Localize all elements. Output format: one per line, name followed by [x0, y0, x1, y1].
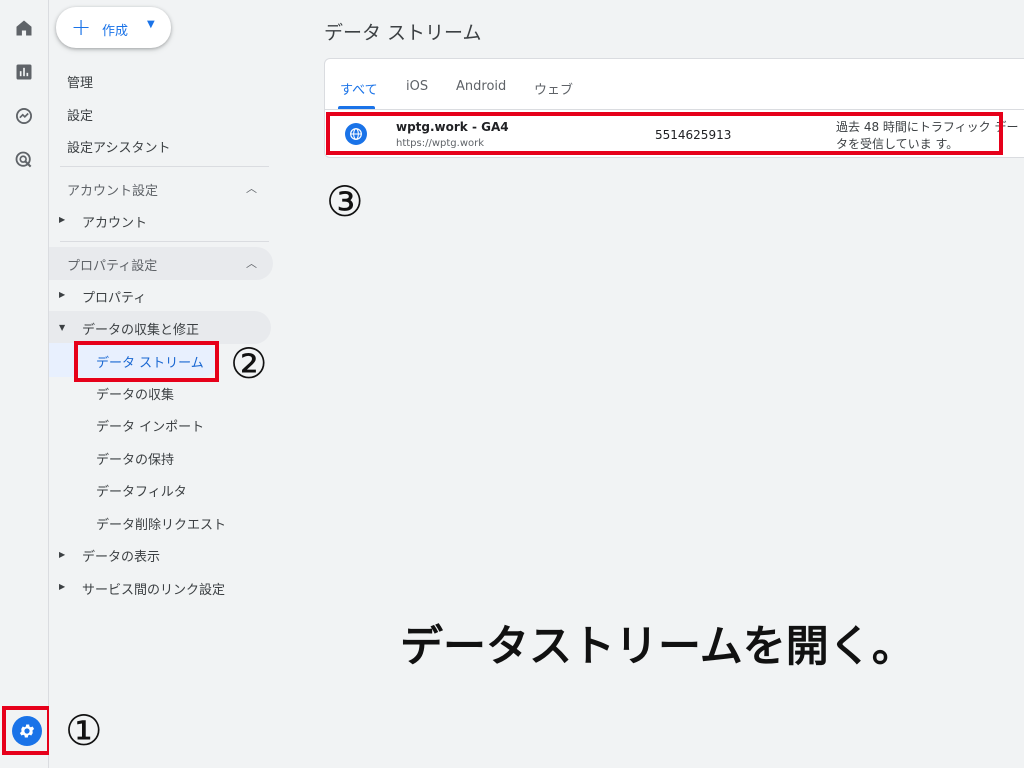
chevron-up-icon[interactable]: ︿	[246, 255, 257, 271]
annotation-number-1: ①	[65, 706, 103, 755]
tab-android[interactable]: Android	[456, 79, 506, 94]
explore-icon[interactable]	[12, 104, 36, 128]
divider	[60, 241, 269, 242]
divider	[60, 166, 269, 167]
triangle-down-icon: ▼	[59, 323, 66, 332]
settings-highlight-box	[2, 706, 51, 755]
create-label: 作成	[102, 24, 129, 39]
tab-ios[interactable]: iOS	[406, 79, 428, 94]
chevron-up-icon[interactable]: ︿	[246, 180, 257, 196]
triangle-right-icon: ▶	[59, 215, 66, 224]
icon-rail	[0, 0, 51, 768]
nav-data-retention[interactable]: データの保持	[96, 449, 174, 468]
nav-data-import[interactable]: データ インポート	[96, 416, 204, 435]
nav-account[interactable]: アカウント	[82, 212, 147, 231]
nav-data-deletion-requests[interactable]: データ削除リクエスト	[96, 514, 226, 533]
home-icon[interactable]	[12, 16, 36, 40]
settings-gear-icon[interactable]	[11, 715, 42, 746]
stream-row-highlight-box[interactable]	[326, 112, 1003, 155]
plus-icon: +	[71, 13, 92, 41]
annotation-number-2: ②	[230, 339, 268, 388]
create-button[interactable]: + 作成 ▼	[56, 7, 171, 48]
triangle-right-icon: ▶	[59, 582, 66, 591]
annotation-number-3: ③	[326, 177, 364, 226]
nav-admin[interactable]: 管理	[67, 72, 93, 91]
account-settings-header[interactable]: アカウント設定	[67, 180, 158, 199]
divider	[325, 109, 1024, 110]
caret-down-icon: ▼	[147, 19, 155, 30]
tab-all[interactable]: すべて	[340, 79, 378, 98]
page-title: データ ストリーム	[324, 22, 482, 44]
nav-data-filters[interactable]: データフィルタ	[96, 481, 187, 500]
nav-data-collection[interactable]: データの収集	[96, 384, 174, 403]
data-streams-highlight-box	[74, 341, 219, 382]
tab-web[interactable]: ウェブ	[534, 79, 573, 98]
nav-product-links[interactable]: サービス間のリンク設定	[82, 579, 225, 598]
property-settings-header[interactable]: プロパティ設定	[67, 255, 157, 274]
nav-settings[interactable]: 設定	[67, 105, 93, 124]
nav-data-collection-modification[interactable]: データの収集と修正	[82, 319, 199, 338]
instruction-caption: データストリームを開く。	[400, 622, 915, 672]
nav-data-display[interactable]: データの表示	[82, 546, 160, 565]
advertising-icon[interactable]	[12, 148, 36, 172]
triangle-right-icon: ▶	[59, 290, 66, 299]
nav-setup-assistant[interactable]: 設定アシスタント	[67, 137, 170, 156]
nav-property[interactable]: プロパティ	[82, 287, 146, 306]
reports-icon[interactable]	[12, 60, 36, 84]
triangle-right-icon: ▶	[59, 550, 66, 559]
